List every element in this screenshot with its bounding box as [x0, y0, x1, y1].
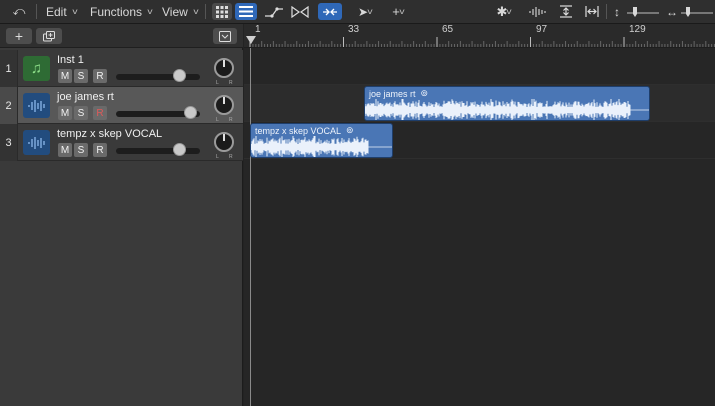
vertical-zoom-icon: ↕	[614, 4, 620, 19]
ruler-bar-label: 33	[348, 24, 360, 35]
pan-left-label: L	[216, 154, 219, 160]
track-name[interactable]: joe james rt	[57, 91, 114, 103]
duplicate-track-button[interactable]	[36, 28, 62, 44]
functions-menu-label: Functions	[90, 4, 143, 19]
volume-fader-knob[interactable]	[184, 106, 197, 119]
ruler-bar-label: 1	[255, 24, 261, 35]
catch-playhead-button[interactable]	[318, 3, 342, 20]
pan-knob[interactable]	[214, 58, 234, 78]
pan-left-label: L	[216, 117, 219, 123]
ruler-ticks	[249, 37, 715, 47]
duplicate-icon	[43, 30, 55, 41]
record-enable-button[interactable]: R	[93, 69, 107, 83]
record-enable-button[interactable]: R	[93, 106, 107, 120]
add-track-button[interactable]: +	[6, 28, 32, 44]
list-icon	[239, 6, 253, 17]
vertical-fit-icon[interactable]	[556, 3, 576, 20]
edit-menu-label: Edit	[46, 4, 67, 19]
audio-waveform-icon	[23, 93, 50, 118]
crosshair-tool-menu[interactable]: + v	[384, 3, 412, 20]
pointer-tool-menu[interactable]: ➤ v	[352, 3, 378, 20]
volume-fader-track[interactable]	[116, 74, 200, 80]
audio-region[interactable]: joe james rt ⊚	[363, 86, 651, 121]
ruler-bar-label: 65	[442, 24, 454, 35]
volume-fader-knob[interactable]	[173, 69, 186, 82]
bar-ruler[interactable]: 1 33 65 97 129	[244, 24, 715, 48]
volume-fader-knob[interactable]	[173, 143, 186, 156]
solo-button[interactable]: S	[74, 69, 88, 83]
track-name[interactable]: Inst 1	[57, 54, 84, 66]
edit-menu[interactable]: Edit v	[38, 3, 85, 20]
grid-icon	[216, 5, 228, 18]
instrument-icon: ♫	[23, 56, 50, 81]
mute-button[interactable]: M	[58, 69, 72, 83]
pan-left-label: L	[216, 80, 219, 86]
pan-knob[interactable]	[214, 95, 234, 115]
loop-icon: ⊚	[346, 125, 354, 135]
audio-waveform-icon	[23, 130, 50, 155]
waveform	[251, 136, 393, 157]
view-menu[interactable]: View v	[154, 3, 206, 20]
track-name[interactable]: tempz x skep VOCAL	[57, 128, 162, 140]
track-header-3[interactable]: 3 tempz x skep VOCAL M S R L R	[0, 124, 243, 161]
chevron-down-icon: v	[506, 7, 513, 16]
pan-right-label: R	[229, 154, 233, 160]
chevron-down-icon: v	[399, 7, 405, 16]
record-enable-button[interactable]: R	[93, 143, 107, 157]
inbox-icon	[219, 30, 231, 42]
flex-icon[interactable]	[289, 3, 311, 20]
horizontal-zoom-icon: ↔	[666, 4, 678, 19]
mute-button[interactable]: M	[58, 143, 72, 157]
loop-icon: ⊚	[420, 88, 429, 98]
region-name: tempz x skep VOCAL	[255, 125, 342, 136]
audio-region[interactable]: tempz x skep VOCAL ⊚	[250, 123, 394, 158]
tracks-area[interactable]: joe james rt ⊚ tempz x skep VOCAL ⊚	[244, 48, 715, 406]
automation-icon[interactable]	[262, 3, 286, 20]
horizontal-fit-icon[interactable]	[582, 3, 602, 20]
pan-right-label: R	[229, 117, 233, 123]
waveform-zoom-icon[interactable]	[526, 3, 548, 20]
vertical-zoom-slider[interactable]	[626, 3, 660, 20]
pan-right-label: R	[229, 80, 233, 86]
track-number: 1	[0, 50, 18, 87]
track-header-1[interactable]: 1 ♫ Inst 1 M S R L R	[0, 50, 243, 87]
track-header-panel: + 1 ♫ Inst 1 M S R L R 2 joe james rt M …	[0, 24, 243, 406]
region-name: joe james rt	[368, 88, 416, 99]
chevron-down-icon: v	[367, 7, 373, 16]
mute-button[interactable]: M	[58, 106, 72, 120]
grid-view-button[interactable]	[212, 3, 232, 20]
main-toolbar: ⤺ Edit v Functions v View v ➤ v + v ✱ v ↕	[0, 0, 715, 24]
playhead[interactable]	[250, 48, 251, 406]
horizontal-zoom-slider[interactable]	[680, 3, 714, 20]
track-lane-1[interactable]	[244, 48, 715, 85]
list-view-button[interactable]	[235, 3, 257, 20]
chevron-down-icon: v	[147, 7, 153, 16]
back-arrow-icon[interactable]: ⤺	[8, 3, 30, 20]
solo-button[interactable]: S	[74, 143, 88, 157]
view-menu-label: View	[162, 4, 188, 19]
plus-icon: +	[14, 28, 24, 44]
solo-button[interactable]: S	[74, 106, 88, 120]
snap-icon	[323, 8, 337, 15]
functions-menu[interactable]: Functions v	[82, 3, 160, 20]
global-tracks-button[interactable]	[213, 28, 237, 44]
track-number: 3	[0, 124, 18, 161]
track-header-toolbar: +	[0, 24, 243, 48]
ruler-bar-label: 129	[629, 24, 646, 35]
settings-menu[interactable]: ✱ v	[490, 3, 518, 20]
chevron-down-icon: v	[193, 7, 199, 16]
volume-fader-track[interactable]	[116, 148, 200, 154]
chevron-down-icon: v	[72, 7, 78, 16]
pan-knob[interactable]	[214, 132, 234, 152]
ruler-bar-label: 97	[536, 24, 548, 35]
track-header-2[interactable]: 2 joe james rt M S R L R	[0, 87, 243, 124]
track-number: 2	[0, 87, 18, 124]
music-note-icon: ♫	[30, 60, 43, 77]
waveform	[364, 99, 650, 120]
playhead-marker-icon[interactable]	[246, 36, 256, 44]
